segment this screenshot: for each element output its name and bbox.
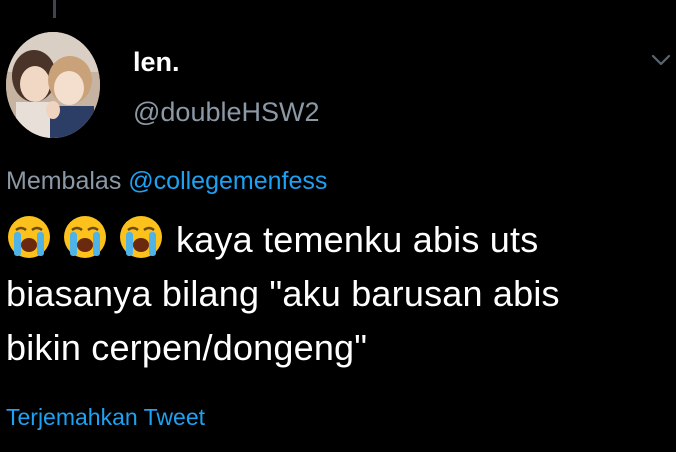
user-handle[interactable]: @doubleHSW2 [133, 97, 320, 128]
loudly-crying-face-icon [6, 214, 52, 260]
thread-connector-line [53, 0, 56, 18]
tweet-text-line-1: kaya temenku abis uts [176, 219, 539, 260]
reply-mention-link[interactable]: @collegemenfess [128, 167, 327, 195]
translate-tweet-link[interactable]: Terjemahkan Tweet [6, 404, 205, 431]
tweet-text-line-3: bikin cerpen/dongeng" [6, 327, 368, 368]
loudly-crying-face-icon [62, 214, 108, 260]
avatar[interactable] [6, 32, 100, 138]
emoji-group [6, 213, 174, 267]
replying-to: Membalas @collegemenfess [6, 167, 327, 196]
loudly-crying-face-icon [118, 214, 164, 260]
display-name[interactable]: len. [133, 47, 180, 78]
tweet-text-line-2: biasanya bilang "aku barusan abis [6, 273, 560, 314]
tweet-card: len. @doubleHSW2 Membalas @collegemenfes… [0, 0, 676, 452]
tweet-text: kaya temenku abis uts biasanya bilang "a… [6, 213, 670, 375]
reply-prefix: Membalas [6, 167, 122, 195]
chevron-down-icon[interactable] [650, 52, 672, 68]
